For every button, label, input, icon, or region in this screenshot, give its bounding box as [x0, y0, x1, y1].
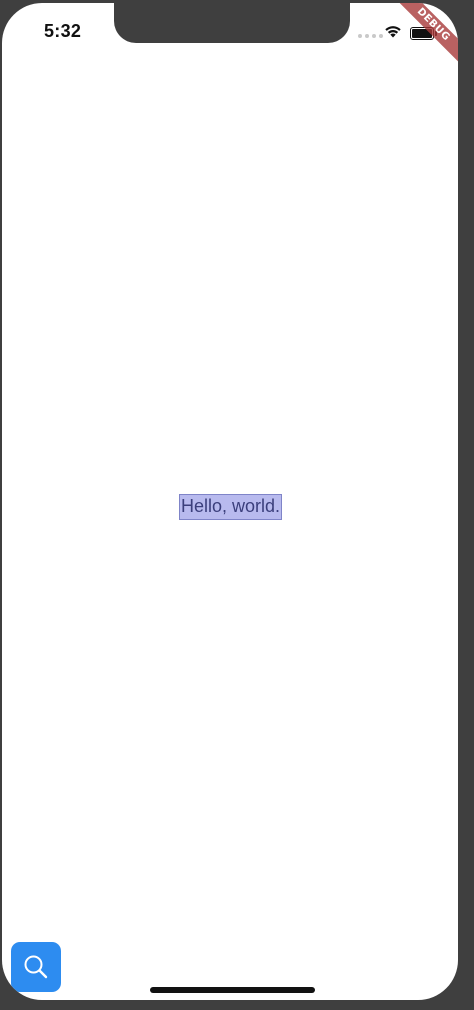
signal-dots-icon [358, 34, 383, 38]
home-indicator[interactable] [150, 987, 315, 993]
app-screen: 5:32 DEBUG Hello, world. [2, 3, 458, 1000]
debug-banner-label: DEBUG [388, 3, 458, 70]
search-icon [24, 955, 48, 979]
device-notch [114, 3, 350, 43]
hello-text: Hello, world. [178, 494, 283, 520]
debug-banner: DEBUG [382, 3, 458, 79]
search-button[interactable] [11, 942, 61, 992]
status-time: 5:32 [44, 21, 82, 41]
device-edge [458, 0, 474, 1010]
